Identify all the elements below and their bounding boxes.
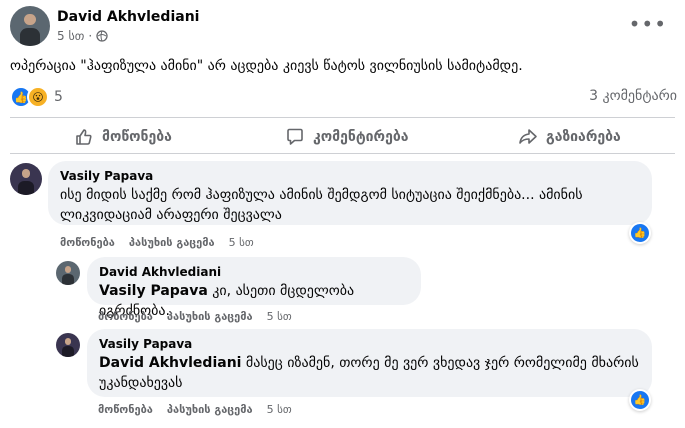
divider-bottom (10, 153, 675, 154)
reply-author[interactable]: David Akhvlediani (99, 265, 409, 279)
reply-author[interactable]: Vasily Papava (99, 337, 640, 351)
reply-avatar[interactable] (56, 333, 80, 357)
comment-like-reaction-icon[interactable]: 👍 (629, 222, 651, 244)
reply-time[interactable]: 5 სთ (267, 310, 292, 323)
comment-text-line: ლიკვიდაციამ არაფერი შეცვალა (60, 207, 282, 223)
reply-reply-link[interactable]: პასუხის გაცემა (167, 310, 253, 323)
reply-mention[interactable]: Vasily Papava (99, 283, 208, 299)
reply-like-link[interactable]: მოწონება (98, 403, 153, 416)
reply-time[interactable]: 5 სთ (267, 403, 292, 416)
reply-actions: მოწონება პასუხის გაცემა 5 სთ (98, 310, 292, 323)
comment-time[interactable]: 5 სთ (229, 236, 254, 249)
share-icon (519, 129, 537, 144)
reply-bubble: David Akhvlediani Vasily Papava კი, ასეთ… (87, 257, 421, 319)
post-author-avatar[interactable] (10, 6, 50, 46)
thumbs-up-icon (76, 129, 92, 145)
post-text: ოპერაცია "ჰაფიზულა ამინი" არ აცდება კიევ… (10, 58, 523, 74)
reply-like-link[interactable]: მოწონება (98, 310, 153, 323)
comment-like-link[interactable]: მოწონება (60, 236, 115, 249)
share-button[interactable]: გაზიარება (518, 127, 621, 147)
reply-text-line: უკანდახევას (99, 375, 183, 391)
comment-text: ისე მიდის საქმე რომ ჰაფიზულა ამინის შემდ… (60, 185, 640, 225)
comment-button-label: კომენტირება (313, 129, 409, 145)
reply-like-reaction-icon[interactable]: 👍 (629, 389, 651, 411)
reaction-count: 5 (54, 89, 63, 105)
reply-avatar[interactable] (56, 261, 80, 285)
like-button-label: მოწონება (102, 129, 172, 145)
comment-icon (287, 128, 303, 145)
comment-text-line: ისე მიდის საქმე რომ ჰაფიზულა ამინის შემდ… (60, 187, 583, 203)
meta-separator: · (88, 29, 93, 43)
post-author-name[interactable]: David Akhvlediani (57, 9, 199, 25)
comment-actions: მოწონება პასუხის გაცემა 5 სთ (60, 236, 254, 249)
share-button-label: გაზიარება (546, 129, 621, 145)
privacy-icon (96, 30, 108, 42)
reactions-summary[interactable]: 👍 😮 5 (10, 86, 63, 108)
comment-bubble: Vasily Papava ისე მიდის საქმე რომ ჰაფიზუ… (48, 161, 652, 225)
post-meta: 5 სთ · (57, 29, 108, 43)
like-button[interactable]: მოწონება (74, 127, 172, 147)
reply-reply-link[interactable]: პასუხის გაცემა (167, 403, 253, 416)
reply-text-body: მასეც იზამენ, თორე მე ვერ ვხედავ ჯერ რომ… (241, 355, 639, 371)
divider-top (10, 117, 675, 118)
reply-mention[interactable]: David Akhvlediani (99, 355, 241, 371)
post-time[interactable]: 5 სთ (57, 29, 84, 43)
wow-reaction-icon: 😮 (27, 86, 49, 108)
comment-author[interactable]: Vasily Papava (60, 169, 640, 183)
more-options-icon[interactable]: ••• (629, 12, 667, 36)
reply-text: David Akhvlediani მასეც იზამენ, თორე მე … (99, 353, 640, 393)
comment-button[interactable]: კომენტირება (285, 127, 408, 147)
comments-count[interactable]: 3 კომენტარი (589, 88, 677, 104)
comment-reply-link[interactable]: პასუხის გაცემა (129, 236, 215, 249)
reply-bubble: Vasily Papava David Akhvlediani მასეც იზ… (87, 329, 652, 397)
comment-avatar[interactable] (10, 163, 42, 195)
reply-actions: მოწონება პასუხის გაცემა 5 სთ (98, 403, 292, 416)
